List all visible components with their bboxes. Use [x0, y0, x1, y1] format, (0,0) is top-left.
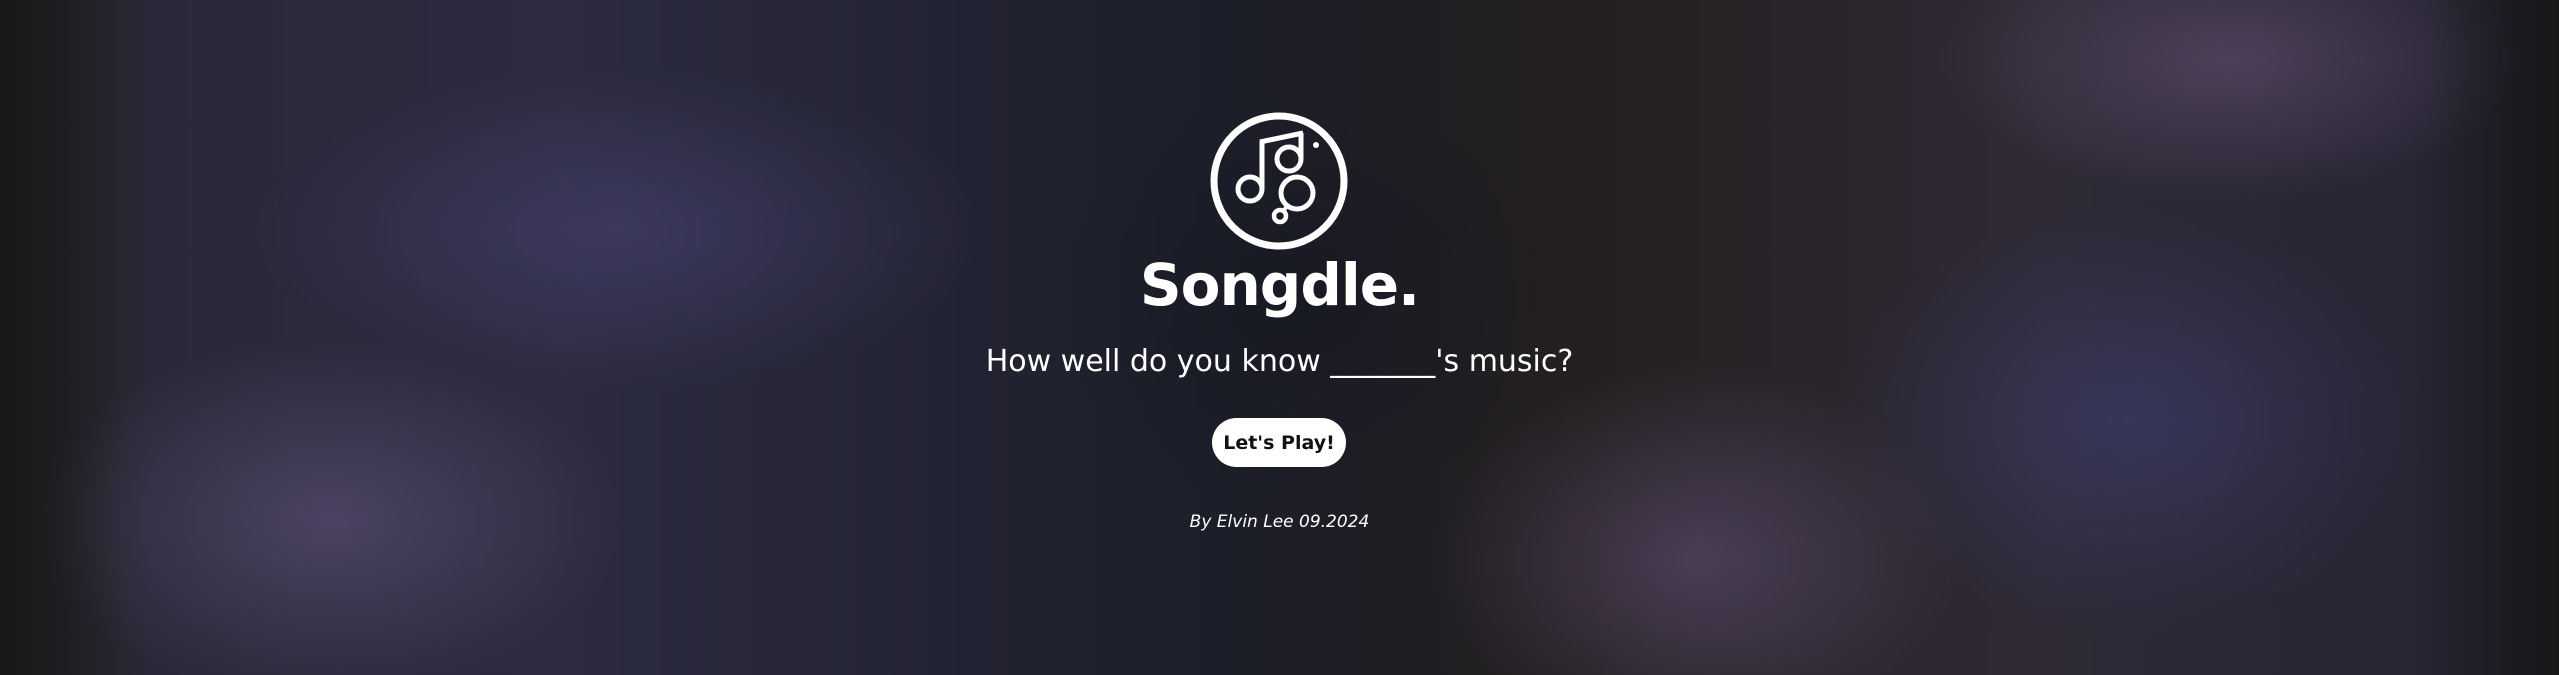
app-title: Songdle.: [1139, 251, 1420, 319]
lets-play-button[interactable]: Let's Play!: [1212, 418, 1346, 467]
landing-hero: Songdle. How well do you know _______'s …: [0, 0, 2559, 675]
tagline: How well do you know _______'s music?: [985, 344, 1574, 379]
music-note-icon: [1210, 112, 1348, 250]
author-credit: By Elvin Lee 09.2024: [1189, 512, 1370, 532]
